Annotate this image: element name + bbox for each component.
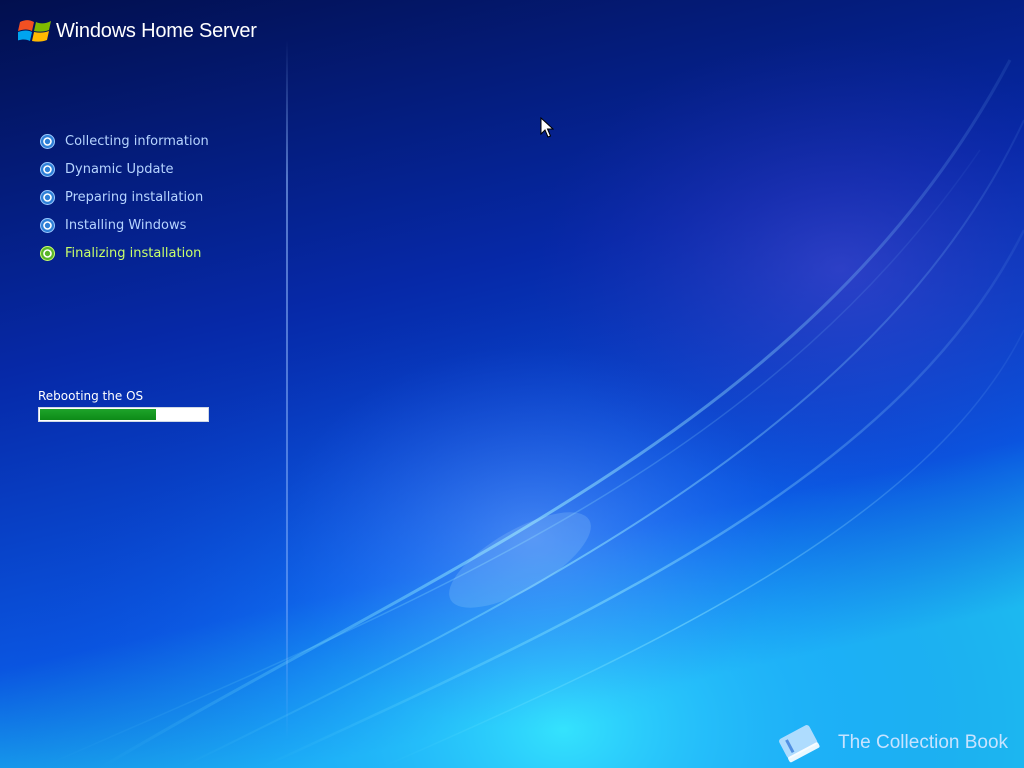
step-dynamic-update: Dynamic Update <box>40 155 209 183</box>
step-done-icon <box>40 189 55 205</box>
step-label: Collecting information <box>65 133 209 149</box>
product-name: Windows Home Server <box>56 19 257 42</box>
step-label: Dynamic Update <box>65 161 174 177</box>
background-wallpaper <box>0 0 1024 768</box>
step-preparing-installation: Preparing installation <box>40 183 209 211</box>
book-icon <box>779 725 820 763</box>
mouse-cursor-icon <box>540 117 554 138</box>
sidebar-divider <box>286 40 288 740</box>
status-panel: Rebooting the OS <box>38 389 209 422</box>
step-active-icon <box>40 245 55 261</box>
watermark: The Collection Book <box>774 720 1008 766</box>
step-label: Installing Windows <box>65 217 187 233</box>
step-label: Preparing installation <box>65 189 204 205</box>
step-finalizing-installation: Finalizing installation <box>40 239 209 267</box>
status-label: Rebooting the OS <box>38 389 144 403</box>
step-done-icon <box>40 133 55 149</box>
product-logo: Windows Home Server <box>18 14 257 48</box>
step-installing-windows: Installing Windows <box>40 211 209 239</box>
step-done-icon <box>40 217 55 233</box>
step-label: Finalizing installation <box>65 245 202 261</box>
windows-flag-icon <box>18 20 51 42</box>
step-done-icon <box>40 161 55 177</box>
step-collecting-information: Collecting information <box>40 127 209 155</box>
setup-steps-list: Collecting information Dynamic Update Pr… <box>40 127 209 267</box>
progress-bar <box>38 407 209 422</box>
progress-fill <box>40 409 157 420</box>
watermark-text: The Collection Book <box>838 732 1009 753</box>
